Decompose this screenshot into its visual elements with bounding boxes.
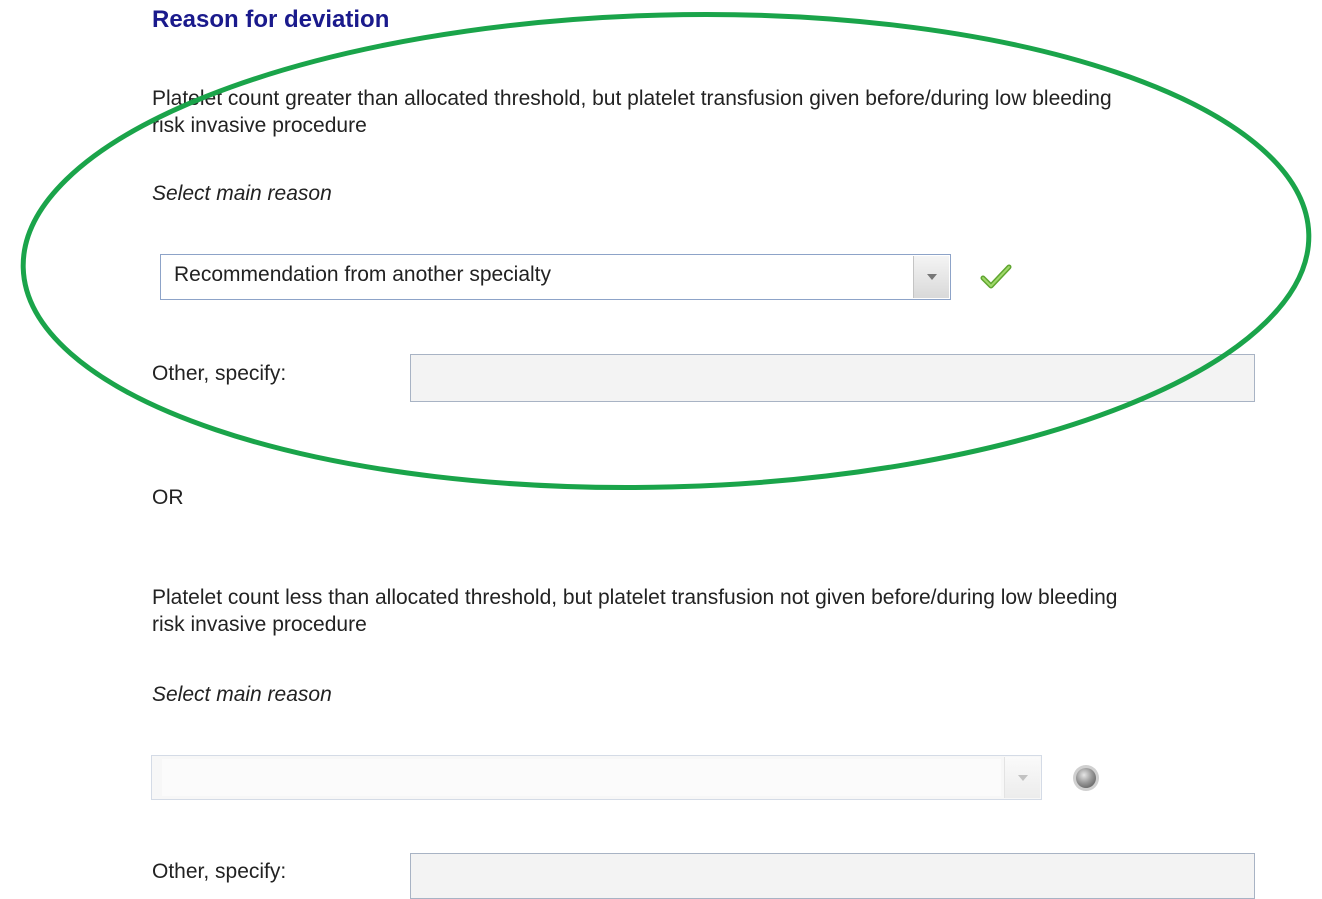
block1-dropdown-button[interactable] [913,256,949,298]
section-title: Reason for deviation [152,6,390,33]
check-icon [980,262,1014,292]
block2-main-reason-select[interactable] [151,755,1042,800]
chevron-down-icon [1017,774,1028,781]
block2-select-field [162,759,1001,796]
block1-other-label: Other, specify: [152,362,287,385]
or-separator: OR [152,486,184,509]
block1-other-specify-input[interactable] [410,354,1255,402]
block2-other-label: Other, specify: [152,860,287,883]
block2-select-prompt: Select main reason [152,683,332,706]
block2-other-specify-input[interactable] [410,853,1255,899]
deviation-form-page: Reason for deviation Platelet count grea… [0,0,1322,899]
grey-circle-icon [1070,762,1102,794]
chevron-down-icon [926,274,937,280]
block1-main-reason-select[interactable]: Recommendation from another specialty [160,254,951,300]
block2-dropdown-button[interactable] [1004,757,1040,798]
block1-select-prompt: Select main reason [152,182,332,205]
block1-description: Platelet count greater than allocated th… [152,87,1112,137]
block1-select-value: Recommendation from another specialty [174,263,552,286]
block2-description: Platelet count less than allocated thres… [152,586,1118,636]
